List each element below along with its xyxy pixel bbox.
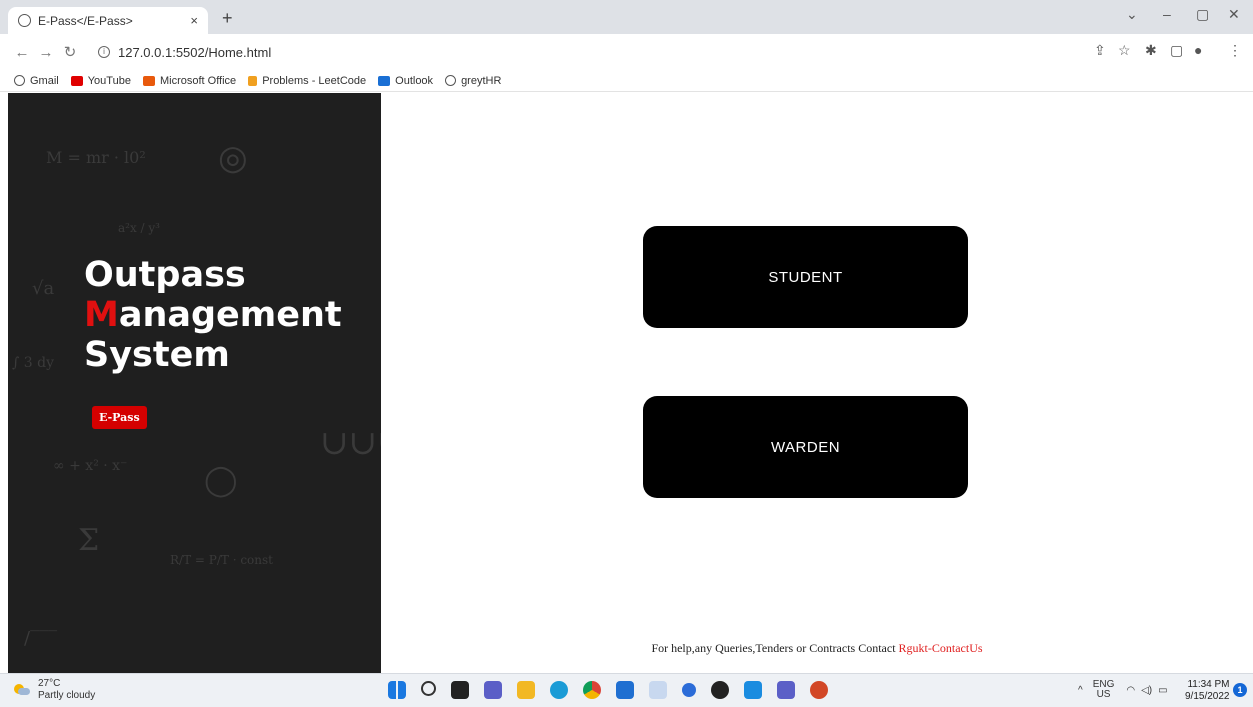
chat-icon[interactable] bbox=[484, 681, 502, 699]
decor-formula: a²x / y³ bbox=[118, 221, 160, 235]
app-title: Outpass Management System bbox=[84, 255, 342, 375]
profile-avatar[interactable]: ● bbox=[1194, 42, 1202, 58]
decor-formula: Σ bbox=[78, 523, 100, 558]
tab-close-button[interactable]: × bbox=[190, 13, 198, 28]
store-icon[interactable] bbox=[616, 681, 634, 699]
decor-formula: ∞ + x² · x⁻ bbox=[53, 458, 128, 474]
file-explorer-icon[interactable] bbox=[517, 681, 535, 699]
epass-badge: E-Pass bbox=[92, 406, 147, 429]
task-view-icon[interactable] bbox=[451, 681, 469, 699]
windows-taskbar: 27°C Partly cloudy ^ ENG US ◠ ◁) ▭ 11:34… bbox=[0, 673, 1253, 707]
minimize-icon[interactable]: – bbox=[1163, 6, 1171, 22]
close-window-icon[interactable]: ✕ bbox=[1228, 6, 1240, 23]
contact-us-link[interactable]: Rgukt-ContactUs bbox=[899, 641, 983, 655]
sidebar-hero: M = mr · l0² a²x / y³ √a ∫ 3 dy ∞ + x² ·… bbox=[8, 93, 381, 673]
decor-tubes: ∪∪∪ bbox=[320, 423, 381, 463]
chevron-up-icon[interactable]: ^ bbox=[1078, 685, 1083, 696]
search-icon[interactable] bbox=[421, 681, 436, 696]
partly-cloudy-icon bbox=[14, 684, 30, 696]
share-icon[interactable]: ⇪ bbox=[1094, 42, 1106, 59]
notification-badge[interactable]: 1 bbox=[1233, 683, 1247, 697]
globe-icon bbox=[18, 14, 31, 27]
weather-text: Partly cloudy bbox=[38, 690, 96, 701]
battery-icon[interactable]: ▭ bbox=[1158, 685, 1167, 696]
start-icon[interactable] bbox=[388, 681, 406, 699]
bookmark-item[interactable]: Problems - LeetCode bbox=[248, 75, 366, 87]
footer-text: For help,any Queries,Tenders or Contract… bbox=[651, 641, 899, 655]
powerpoint-icon[interactable] bbox=[810, 681, 828, 699]
app-icon[interactable] bbox=[682, 683, 696, 697]
footer-help: For help,any Queries,Tenders or Contract… bbox=[381, 641, 1253, 656]
new-tab-button[interactable]: + bbox=[222, 8, 233, 29]
browser-tab-bar: E-Pass</E-Pass> × + ⌄ – ▢ ✕ bbox=[0, 0, 1253, 34]
clock-time: 11:34 PM bbox=[1187, 679, 1230, 690]
globe-icon bbox=[14, 75, 25, 86]
app-title-highlight: M bbox=[84, 295, 119, 335]
decor-pulley: ◎ bbox=[218, 138, 248, 178]
weather-widget[interactable]: 27°C Partly cloudy bbox=[14, 678, 95, 702]
clock[interactable]: 11:34 PM 9/15/2022 bbox=[1185, 679, 1230, 703]
address-bar[interactable]: i 127.0.0.1:5502/Home.html bbox=[98, 40, 271, 64]
leetcode-icon bbox=[248, 75, 258, 86]
temperature: 27°C bbox=[38, 678, 61, 689]
bookmark-item[interactable]: Gmail bbox=[14, 75, 59, 87]
reload-icon[interactable]: ↻ bbox=[58, 43, 82, 61]
taskbar-apps bbox=[388, 681, 843, 699]
bookmark-item[interactable]: Outlook bbox=[378, 75, 433, 87]
forward-icon[interactable]: → bbox=[34, 44, 58, 61]
volume-icon[interactable]: ◁) bbox=[1141, 685, 1152, 696]
tab-search-icon[interactable]: ⌄ bbox=[1126, 6, 1138, 23]
tab-title: E-Pass</E-Pass> bbox=[38, 13, 133, 28]
main-content: STUDENT WARDEN For help,any Queries,Tend… bbox=[381, 93, 1253, 673]
globe-icon bbox=[445, 75, 457, 86]
outlook-icon bbox=[378, 75, 391, 86]
decor-diagram: /‾‾‾ bbox=[24, 628, 58, 649]
bookmark-star-icon[interactable]: ☆ bbox=[1118, 42, 1131, 59]
decor-circle: ◯ bbox=[204, 463, 238, 498]
app-title-line3: System bbox=[84, 335, 230, 375]
app-title-line2: Management bbox=[84, 295, 342, 335]
decor-formula: R/T = P/T · const bbox=[170, 553, 273, 567]
language-indicator[interactable]: ENG US bbox=[1093, 680, 1115, 700]
decor-formula: √a bbox=[32, 278, 55, 299]
decor-formula: ∫ 3 dy bbox=[12, 355, 54, 371]
back-icon[interactable]: ← bbox=[10, 44, 34, 61]
bookmark-item[interactable]: YouTube bbox=[70, 75, 131, 87]
bookmark-item[interactable]: Microsoft Office bbox=[142, 75, 236, 87]
decor-formula: M = mr · l0² bbox=[46, 148, 146, 167]
url-text: 127.0.0.1:5502/Home.html bbox=[118, 44, 272, 60]
wifi-icon[interactable]: ◠ bbox=[1126, 685, 1135, 696]
bookmark-item[interactable]: greytHR bbox=[445, 75, 501, 87]
sidepanel-icon[interactable]: ▢ bbox=[1170, 42, 1183, 59]
chrome-icon[interactable] bbox=[583, 681, 601, 699]
app-title-line1: Outpass bbox=[84, 255, 246, 295]
browser-tab[interactable]: E-Pass</E-Pass> × bbox=[8, 7, 208, 34]
bookmarks-bar: Gmail YouTube Microsoft Office Problems … bbox=[0, 70, 1253, 92]
system-tray: ^ ENG US ◠ ◁) ▭ bbox=[1078, 680, 1168, 700]
warden-button[interactable]: WARDEN bbox=[643, 396, 968, 498]
office-icon bbox=[142, 75, 155, 86]
restore-icon[interactable]: ▢ bbox=[1196, 6, 1209, 23]
youtube-icon bbox=[70, 75, 83, 86]
teams-icon[interactable] bbox=[777, 681, 795, 699]
extensions-icon[interactable]: ✱ bbox=[1145, 42, 1157, 59]
vscode-icon[interactable] bbox=[744, 681, 762, 699]
app-icon[interactable] bbox=[649, 681, 667, 699]
media-icon[interactable] bbox=[711, 681, 729, 699]
student-button[interactable]: STUDENT bbox=[643, 226, 968, 328]
clock-date: 9/15/2022 bbox=[1185, 691, 1230, 702]
site-info-icon[interactable]: i bbox=[98, 46, 110, 58]
edge-icon[interactable] bbox=[550, 681, 568, 699]
menu-icon[interactable]: ⋮ bbox=[1228, 42, 1242, 59]
